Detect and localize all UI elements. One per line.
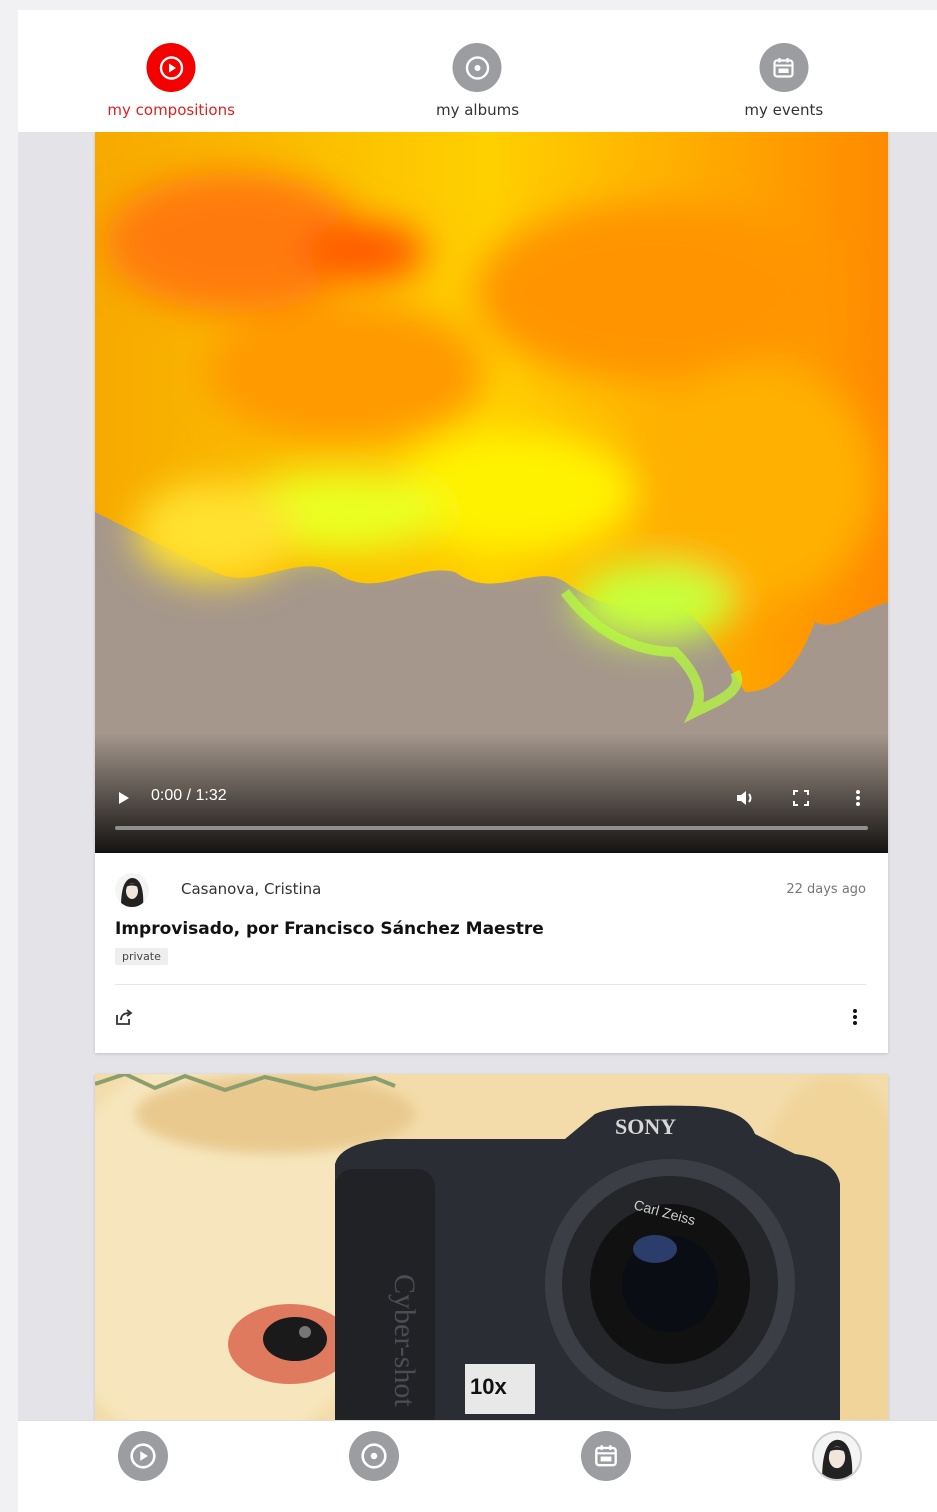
- fullscreen-icon[interactable]: [793, 790, 809, 810]
- author-avatar[interactable]: [115, 873, 149, 907]
- tab-label: my compositions: [107, 101, 235, 119]
- tab-my-albums[interactable]: my albums: [324, 10, 630, 132]
- top-tab-bar: my compositions my albums my events: [18, 10, 937, 132]
- more-options-icon[interactable]: [852, 1008, 858, 1030]
- play-icon[interactable]: [117, 790, 131, 810]
- nav-compositions-button[interactable]: [118, 1431, 168, 1481]
- share-icon[interactable]: [115, 1008, 133, 1030]
- card-info: Casanova, Cristina 22 days ago Improvisa…: [95, 853, 888, 1053]
- author-name[interactable]: Casanova, Cristina: [181, 880, 321, 898]
- post-timestamp: 22 days ago: [786, 882, 866, 897]
- svg-text:Cyber-shot: Cyber-shot: [388, 1274, 421, 1407]
- privacy-badge: private: [115, 948, 168, 965]
- camera-photo-image: Cyber-shot SONY Carl Zeiss 10x: [95, 1074, 888, 1434]
- calendar-icon: [592, 1442, 620, 1470]
- bottom-navigation: [18, 1420, 937, 1512]
- nav-albums-button[interactable]: [349, 1431, 399, 1481]
- tab-my-events[interactable]: my events: [631, 10, 937, 132]
- tab-label: my albums: [435, 101, 520, 119]
- svg-text:SONY: SONY: [615, 1114, 676, 1139]
- disc-icon: [360, 1442, 388, 1470]
- composition-title[interactable]: Improvisado, por Francisco Sánchez Maest…: [115, 919, 544, 939]
- nav-events-button[interactable]: [581, 1431, 631, 1481]
- compositions-feed: 0:00 / 1:32 Casanova, Cristina 22 days a…: [95, 132, 888, 1434]
- svg-text:10x: 10x: [470, 1374, 507, 1399]
- tab-label: my events: [744, 101, 824, 119]
- disc-icon: [452, 43, 502, 92]
- video-progress-bar[interactable]: [115, 826, 868, 830]
- video-player[interactable]: 0:00 / 1:32: [95, 132, 888, 853]
- video-more-icon[interactable]: [855, 789, 861, 811]
- video-controls: 0:00 / 1:32: [95, 753, 888, 853]
- volume-icon[interactable]: [735, 789, 757, 811]
- composition-card: 0:00 / 1:32 Casanova, Cristina 22 days a…: [95, 132, 888, 1053]
- calendar-icon: [759, 43, 809, 92]
- play-circle-icon: [146, 43, 196, 92]
- app: my compositions my albums my events 0:00…: [18, 10, 937, 1512]
- divider: [115, 984, 866, 985]
- play-circle-icon: [129, 1442, 157, 1470]
- video-time: 0:00 / 1:32: [151, 787, 227, 804]
- tab-my-compositions[interactable]: my compositions: [18, 10, 324, 132]
- composition-card[interactable]: Cyber-shot SONY Carl Zeiss 10x: [95, 1074, 888, 1434]
- profile-avatar[interactable]: [812, 1431, 862, 1481]
